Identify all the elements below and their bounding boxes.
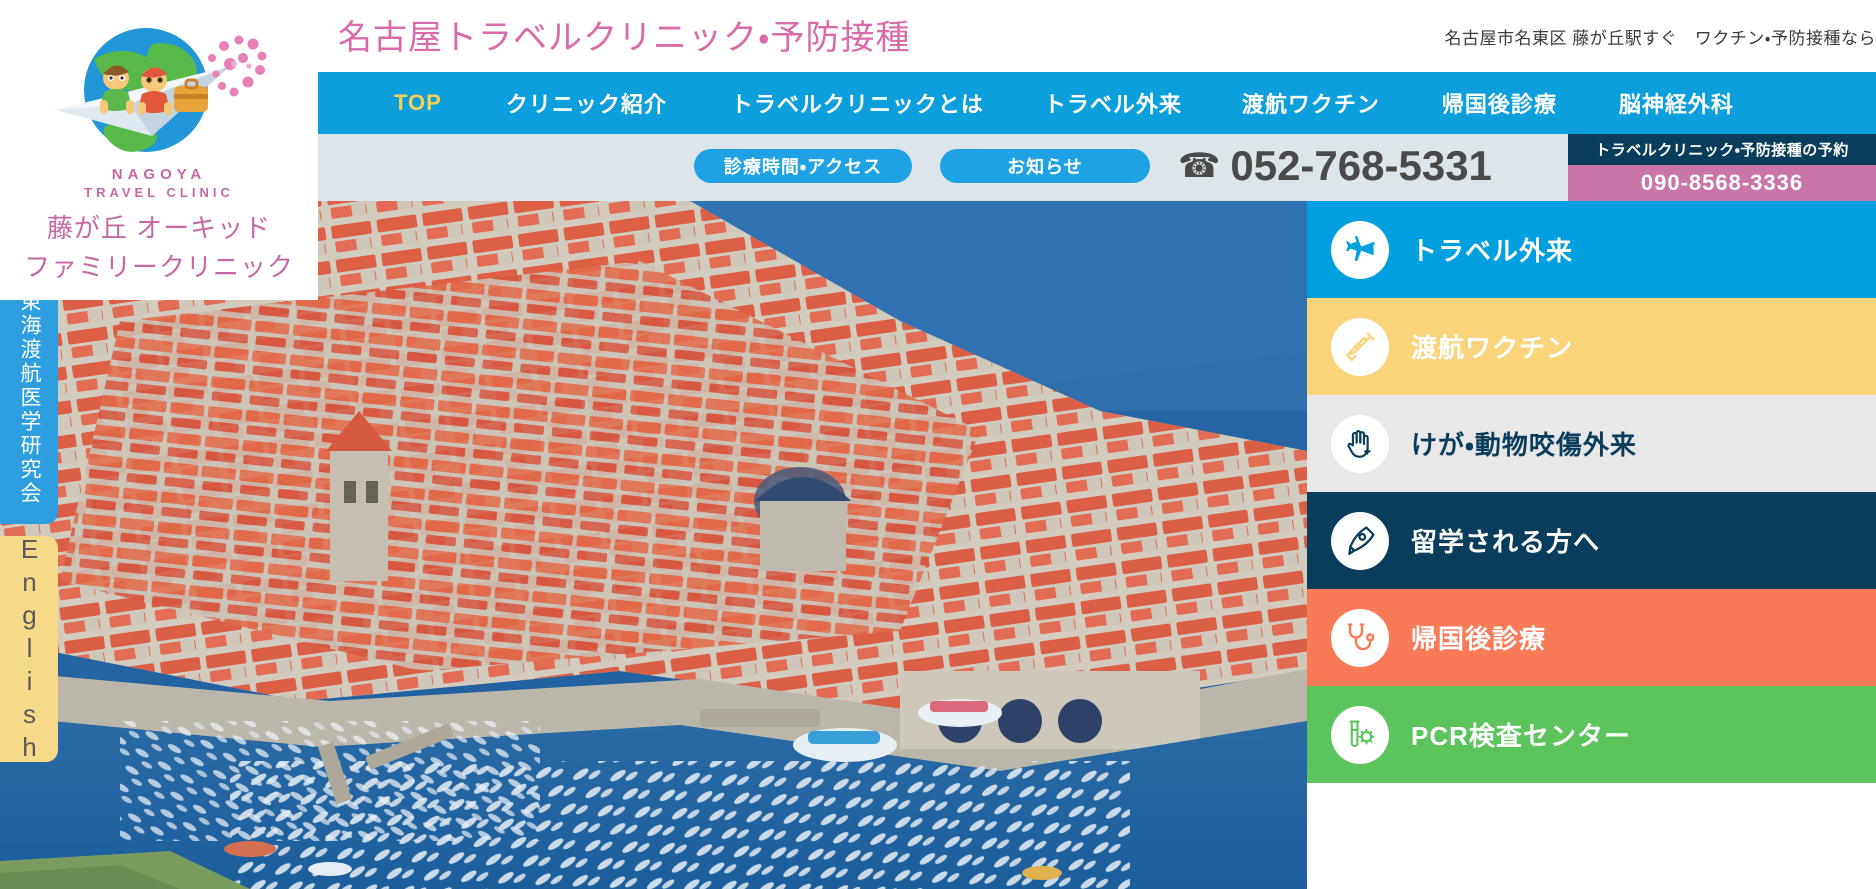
service-panel-label: 留学される方へ (1411, 527, 1601, 557)
stethoscope-icon (1331, 608, 1389, 667)
service-panel-pcr-center[interactable]: PCR検査センター (1307, 686, 1876, 783)
main-navigation: TOP クリニック紹介 トラベルクリニックとは トラベル外来 渡航ワクチン 帰国… (318, 72, 1876, 134)
side-tab-tokai-travel-medicine-society[interactable]: 東海渡航医学研究会 (0, 272, 58, 524)
logo-jp-line-1: 藤が丘 オーキッド (46, 213, 272, 243)
nav-item-post-return-care[interactable]: 帰国後診療 (1436, 87, 1563, 119)
reservation-heading: トラベルクリニック・予防接種の予約 (1568, 134, 1876, 165)
hero-illustration (0, 201, 1307, 889)
logo-jp-line-2: ファミリークリニック (23, 252, 294, 282)
service-panel-list: トラベル外来 渡航ワクチン けが・動物咬傷外来 留学される方へ 帰国後診療 PC… (1307, 201, 1876, 889)
nav-item-what-is-travel-clinic[interactable]: トラベルクリニックとは (725, 87, 990, 119)
service-panel-label: 渡航ワクチン (1411, 333, 1574, 363)
nav-item-top[interactable]: TOP (388, 90, 448, 116)
airplane-icon (1331, 220, 1389, 279)
service-panel-label: 帰国後診療 (1411, 624, 1547, 654)
phone-number: 052-768-5331 (1230, 142, 1492, 189)
nav-item-travel-outpatient[interactable]: トラベル外来 (1038, 87, 1188, 119)
page-title: 名古屋トラベルクリニック・予防接種 (338, 19, 911, 57)
logo-en-line-2: TRAVEL CLINIC (84, 185, 234, 200)
service-panel-travel-clinic[interactable]: トラベル外来 (1307, 201, 1876, 298)
syringe-icon (1331, 317, 1389, 376)
hours-access-button[interactable]: 診療時間・アクセス (694, 149, 912, 183)
service-panel-study-abroad[interactable]: 留学される方へ (1307, 492, 1876, 589)
page-root: トラベル外来 渡航ワクチン けが・動物咬傷外来 留学される方へ 帰国後診療 PC… (0, 0, 1876, 889)
logo-en-line-1: NAGOYA (111, 166, 207, 183)
reservation-number: 090-8568-3336 (1568, 165, 1876, 201)
news-button[interactable]: お知らせ (940, 149, 1150, 183)
phone-block[interactable]: ☎ 052-768-5331 (1178, 142, 1492, 190)
telephone-icon: ☎ (1178, 147, 1221, 185)
clinic-logo-card[interactable]: NAGOYA TRAVEL CLINIC 藤が丘 オーキッド ファミリークリニッ… (0, 0, 318, 300)
service-panel-injury-animal-bite[interactable]: けが・動物咬傷外来 (1307, 395, 1876, 492)
header-tagline: 名古屋市名東区 藤が丘駅すぐ ワクチン・予防接種なら (1444, 29, 1876, 48)
service-panel-label: トラベル外来 (1411, 236, 1574, 266)
test-tube-virus-icon (1331, 705, 1389, 764)
paper-plane-globe-logo (56, 28, 267, 152)
contact-bar: 診療時間・アクセス お知らせ ☎ 052-768-5331 トラベルクリニック・… (318, 134, 1876, 201)
nav-item-neurosurgery[interactable]: 脳神経外科 (1613, 87, 1740, 119)
service-panel-post-return-care[interactable]: 帰国後診療 (1307, 589, 1876, 686)
pen-nib-icon (1331, 511, 1389, 570)
nav-item-clinic-intro[interactable]: クリニック紹介 (500, 87, 673, 119)
reservation-box[interactable]: トラベルクリニック・予防接種の予約 090-8568-3336 (1568, 134, 1876, 201)
nav-item-travel-vaccine[interactable]: 渡航ワクチン (1236, 87, 1386, 119)
hand-plus-icon (1331, 414, 1389, 473)
service-panel-travel-vaccine[interactable]: 渡航ワクチン (1307, 298, 1876, 395)
side-tab-english[interactable]: English (0, 534, 58, 765)
service-panel-label: PCR検査センター (1411, 721, 1631, 751)
service-panel-label: けが・動物咬傷外来 (1411, 430, 1637, 460)
hero-image (0, 201, 1307, 889)
